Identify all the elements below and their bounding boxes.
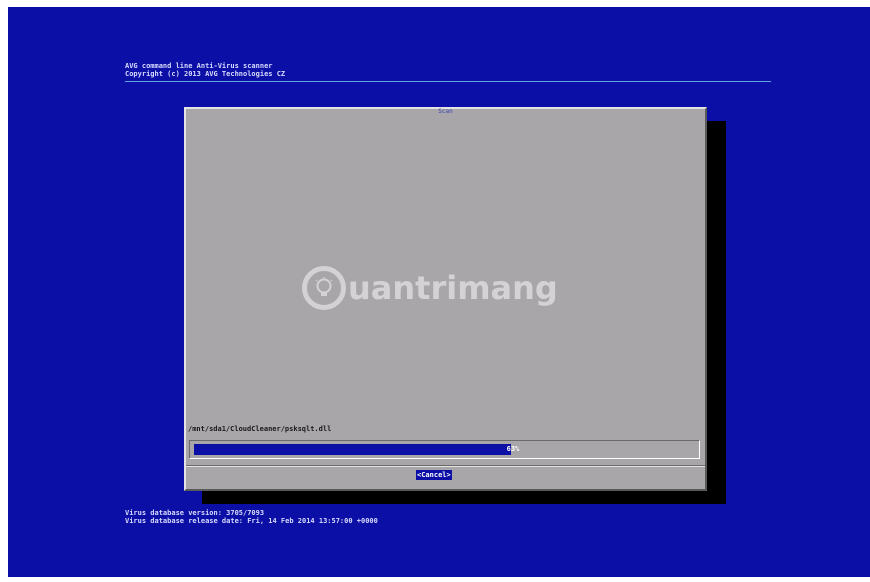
dialog-title: Scan <box>438 108 453 115</box>
watermark-logo <box>302 266 346 310</box>
terminal-screen: AVG command line Anti-Virus scanner Copy… <box>8 7 870 577</box>
dialog-divider <box>186 465 705 467</box>
cancel-button[interactable]: <Cancel> <box>416 470 452 480</box>
progress-frame: 63% <box>189 440 700 459</box>
current-file-path: /mnt/sda1/CloudCleaner/psksqlt.dll <box>188 425 332 433</box>
header-divider <box>125 81 771 82</box>
copyright-text: Copyright (c) 2013 AVG Technologies CZ <box>125 70 286 78</box>
scan-dialog: Scan uantrimang /mnt/sda1/CloudCleaner/p… <box>184 107 707 491</box>
progress-bar: 63% <box>194 444 697 455</box>
watermark-text: uantrimang <box>348 269 558 307</box>
progress-label: 63% <box>506 445 520 453</box>
db-version-text: Virus database version: 3705/7093 <box>125 509 265 517</box>
db-release-date-text: Virus database release date: Fri, 14 Feb… <box>125 517 378 525</box>
lightbulb-icon <box>315 277 333 296</box>
watermark: uantrimang <box>302 266 558 310</box>
app-title: AVG command line Anti-Virus scanner <box>125 62 273 70</box>
